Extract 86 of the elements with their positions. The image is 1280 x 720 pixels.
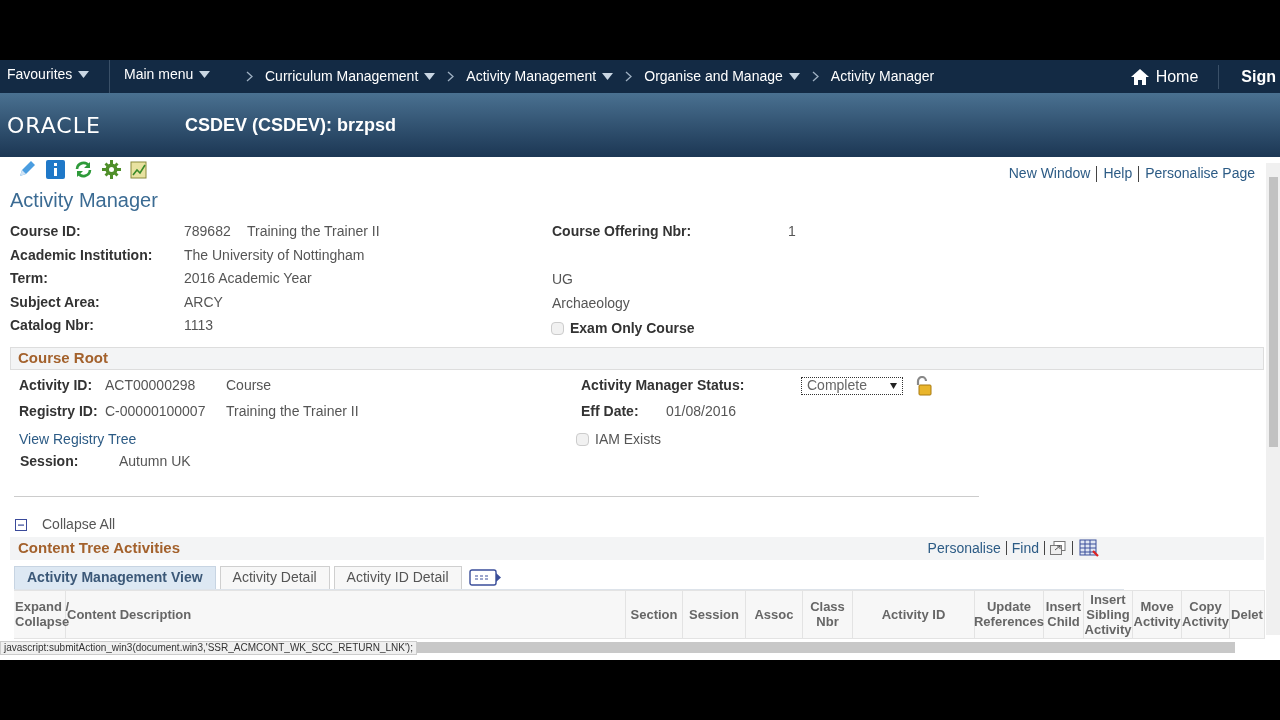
gear-icon[interactable] [102, 159, 121, 179]
column-header: Assoc [746, 590, 803, 638]
field-value: Training the Trainer II [226, 402, 359, 421]
chevron-icon [246, 71, 253, 82]
page-link[interactable]: Personalise Page [1145, 163, 1255, 184]
breadcrumb-item[interactable]: Curriculum Management [265, 66, 436, 87]
chart-icon[interactable] [130, 159, 149, 179]
chevron-icon [447, 71, 455, 82]
field-label: Course Offering Nbr: [552, 222, 693, 242]
menu-item[interactable]: Main menu [124, 64, 211, 85]
column-header: Move Activity [1133, 590, 1182, 638]
column-header: Activity ID [853, 590, 975, 638]
field-value: ARCY [184, 292, 224, 312]
column-header: Insert Sibling Activity [1084, 590, 1133, 638]
caret-icon [602, 73, 614, 80]
field-label: Course ID: [9, 222, 82, 242]
field-value: C-00000100007 [105, 402, 207, 421]
field-label: Catalog Nbr: [9, 316, 95, 336]
collapse-all-link[interactable]: Collapse All [42, 514, 116, 535]
field-label: Session: [19, 452, 80, 471]
breadcrumb-item[interactable]: Activity Manager [830, 66, 935, 87]
chevron-icon [625, 71, 633, 82]
breadcrumb-item[interactable]: Organise and Manage [644, 66, 800, 87]
page-link[interactable]: New Window [1008, 163, 1091, 184]
field-label: Term: [9, 269, 49, 289]
caret-icon [890, 382, 897, 389]
sign-out-link[interactable]: Sign [1219, 64, 1280, 89]
column-header: Section [626, 590, 683, 638]
spreadsheet-icon[interactable] [1079, 539, 1099, 557]
status-select[interactable]: Complete [801, 376, 903, 395]
field-label: Academic Institution: [9, 245, 154, 265]
view-registry-tree-link[interactable]: View Registry Tree [19, 429, 137, 450]
field-value: Course [226, 376, 272, 395]
field-value: 2016 Academic Year [184, 269, 313, 289]
field-value: ACT00000298 [105, 376, 197, 395]
column-header: Delet [1230, 590, 1265, 638]
field-value: 1 [788, 222, 796, 242]
column-header: Session [683, 590, 746, 638]
checkbox[interactable] [551, 322, 564, 336]
column-header: Insert Child [1044, 590, 1084, 638]
status-bar-text: javascript:submitAction_win3(document.win3,'SSR_ACMCONT_WK_SCC_RETURN_LNK'); [0, 640, 417, 655]
field-value: Autumn UK [119, 452, 191, 471]
field-label: Activity Manager Status: [581, 376, 746, 395]
field-label: Subject Area: [9, 292, 101, 312]
field-label: Activity ID: [19, 376, 94, 395]
page-link[interactable]: Help [1103, 163, 1133, 184]
caret-icon [199, 71, 211, 78]
section-title: Content Tree Activities [18, 537, 180, 558]
column-header: Copy Activity [1182, 590, 1230, 638]
logo: ORACLE [7, 111, 102, 140]
show-all-columns-icon[interactable] [468, 568, 502, 586]
section-title: Course Root [18, 347, 108, 368]
caret-icon [788, 73, 800, 80]
grid-link[interactable]: Find [1011, 537, 1039, 559]
caret-icon [78, 71, 90, 78]
field-value: 1113 [184, 316, 215, 336]
column-header: Class Nbr [803, 590, 853, 638]
tab[interactable]: Activity ID Detail [333, 565, 462, 589]
tab[interactable]: Activity Management View [14, 565, 216, 589]
tab[interactable]: Activity Detail [219, 565, 330, 589]
field-label: Registry ID: [19, 402, 99, 421]
refresh-icon[interactable] [74, 159, 93, 179]
field-value: Archaeology [552, 293, 630, 313]
page-title: Activity Manager [9, 188, 159, 213]
chevron-icon [811, 71, 819, 82]
checkbox-label: IAM Exists [595, 430, 662, 449]
grid-link[interactable]: Personalise [927, 537, 1001, 559]
field-value: 01/08/2016 [666, 402, 737, 421]
home-link[interactable]: Home [1129, 64, 1220, 89]
checkbox-label: Exam Only Course [570, 319, 695, 339]
home-icon [1129, 67, 1150, 86]
column-header: Update References [975, 590, 1044, 638]
breadcrumb-item[interactable]: Activity Management [466, 66, 614, 87]
info-icon[interactable] [46, 159, 65, 179]
menu-item[interactable]: Favourites [7, 64, 90, 85]
new-window-icon[interactable] [1050, 541, 1066, 555]
checkbox[interactable] [576, 433, 589, 446]
field-value: UG [552, 270, 573, 290]
field-value: The University of Nottingham [184, 245, 366, 265]
pencil-icon[interactable] [17, 159, 37, 179]
field-value: 789682 [184, 222, 232, 242]
collapse-icon[interactable] [15, 518, 27, 531]
field-label: Eff Date: [581, 402, 640, 421]
field-value: Training the Trainer II [247, 222, 381, 242]
caret-icon [424, 73, 436, 80]
header-title: CSDEV (CSDEV): brzpsd [185, 113, 397, 137]
